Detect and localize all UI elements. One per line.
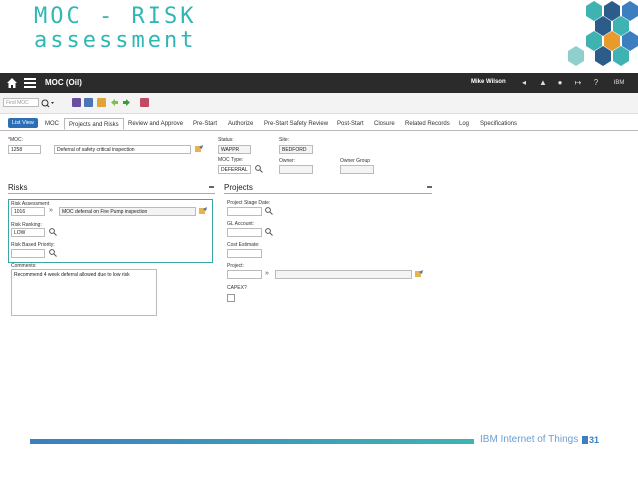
project-label: Project: xyxy=(227,263,244,269)
next-record-icon[interactable] xyxy=(122,98,131,107)
owner-group-label: Owner Group xyxy=(340,158,371,164)
app-header-bar: MOC (Oil) Mike Wilson ◂ ▲ ● ↦ ? IBM xyxy=(0,73,638,93)
signout-icon[interactable]: ↦ xyxy=(574,79,582,87)
page-number: 31 xyxy=(589,435,600,445)
ibm-logo-icon: IBM xyxy=(613,80,625,86)
send-icon[interactable]: ◂ xyxy=(520,79,528,87)
gl-account-field[interactable] xyxy=(227,228,262,237)
tab-closure[interactable]: Closure xyxy=(370,118,399,130)
project-stage-date-field[interactable] xyxy=(227,207,262,216)
app-title: MOC (Oil) xyxy=(45,78,82,87)
moc-type-label: MOC Type: xyxy=(218,157,244,163)
tab-moc[interactable]: MOC xyxy=(41,118,63,130)
stage-date-picker-icon[interactable] xyxy=(265,207,273,215)
project-field[interactable] xyxy=(227,270,262,279)
hexagon-decoration xyxy=(568,1,638,66)
owner-label: Owner: xyxy=(279,158,296,164)
risk-ranking-search-icon[interactable] xyxy=(49,228,57,236)
status-field: WAPPR xyxy=(218,145,251,154)
tab-authorize[interactable]: Authorize xyxy=(224,118,257,130)
risk-long-description-icon[interactable] xyxy=(199,207,207,215)
hamburger-menu-icon[interactable] xyxy=(24,78,36,88)
risk-priority-field[interactable] xyxy=(11,249,45,258)
tab-projects-and-risks[interactable]: Projects and Risks xyxy=(64,118,124,130)
gl-account-label: GL Account: xyxy=(227,221,255,227)
footer-brand: IBM Internet of Things xyxy=(480,434,579,445)
capex-label: CAPEX? xyxy=(227,285,247,291)
tab-review-and-approve[interactable]: Review and Approve xyxy=(124,118,187,130)
workflow-icon[interactable] xyxy=(140,98,149,107)
slide-title-line2: assessment xyxy=(34,28,197,53)
projects-section-rule xyxy=(224,193,432,194)
tab-log[interactable]: Log xyxy=(455,118,473,130)
risks-section-title: Risks xyxy=(8,183,28,192)
moc-number-field[interactable]: 1258 xyxy=(8,145,41,154)
moc-type-field[interactable]: DEFERRAL xyxy=(218,165,251,174)
capex-checkbox[interactable] xyxy=(227,294,235,302)
cost-estimate-label: Cost Estimate: xyxy=(227,242,260,248)
find-input[interactable]: Find MOC xyxy=(3,98,39,107)
home-icon[interactable] xyxy=(6,77,18,89)
risk-assessment-field[interactable]: 1016 xyxy=(11,207,45,216)
project-detail-icon[interactable]: » xyxy=(265,270,269,278)
search-icon[interactable] xyxy=(41,99,55,108)
risks-section-rule xyxy=(8,193,215,194)
projects-collapse-icon[interactable] xyxy=(427,186,432,188)
risk-priority-search-icon[interactable] xyxy=(49,249,57,257)
tab-specifications[interactable]: Specifications xyxy=(476,118,521,130)
slide-title-line1: MOC - RISK xyxy=(34,4,197,29)
site-label: Site: xyxy=(279,137,290,143)
risk-assessment-detail-icon[interactable]: » xyxy=(49,207,53,215)
help-icon[interactable]: ? xyxy=(592,79,600,87)
risk-assessment-description: MOC deferral on Fire Pump inspection xyxy=(59,207,196,216)
tab-pre-start[interactable]: Pre-Start xyxy=(189,118,221,130)
tab-related-records[interactable]: Related Records xyxy=(401,118,454,130)
status-label: Status: xyxy=(218,137,234,143)
risk-ranking-field[interactable]: LOW xyxy=(11,228,45,237)
long-description-icon[interactable] xyxy=(195,145,203,153)
site-field: BEDFORD xyxy=(279,145,313,154)
profile-icon[interactable]: ● xyxy=(556,79,564,87)
moc-label: *MOC: xyxy=(8,137,24,143)
bulletins-icon[interactable]: ▲ xyxy=(539,79,547,87)
gl-account-search-icon[interactable] xyxy=(265,228,273,236)
owner-group-field xyxy=(340,165,374,174)
project-stage-date-label: Project Stage Date: xyxy=(227,200,271,206)
projects-section-title: Projects xyxy=(224,183,253,192)
slide-title: MOC - RISK assessment xyxy=(34,5,196,53)
save-icon[interactable] xyxy=(84,98,93,107)
moc-type-search-icon[interactable] xyxy=(255,165,263,173)
new-record-icon[interactable] xyxy=(72,98,81,107)
risks-collapse-icon[interactable] xyxy=(209,186,214,188)
cost-estimate-field[interactable] xyxy=(227,249,262,258)
user-name[interactable]: Mike Wilson xyxy=(471,79,506,85)
comments-textarea[interactable]: Recommend 4 week deferral allowed due to… xyxy=(11,269,157,316)
edit-icon[interactable] xyxy=(97,98,106,107)
owner-field xyxy=(279,165,313,174)
page-marker xyxy=(582,436,588,444)
moc-description-field[interactable]: Deferral of safety critical inspection xyxy=(54,145,191,154)
project-description xyxy=(275,270,412,279)
tab-pre-start-safety-review[interactable]: Pre-Start Safety Review xyxy=(260,118,332,130)
risk-priority-label: Risk Based Priority: xyxy=(11,242,55,248)
tab-post-start[interactable]: Post-Start xyxy=(333,118,368,130)
list-view-button[interactable]: List View xyxy=(8,118,38,128)
toolbar: Find MOC xyxy=(0,93,638,114)
footer-gradient-bar xyxy=(30,439,474,444)
previous-record-icon[interactable] xyxy=(110,98,119,107)
project-long-description-icon[interactable] xyxy=(415,270,423,278)
